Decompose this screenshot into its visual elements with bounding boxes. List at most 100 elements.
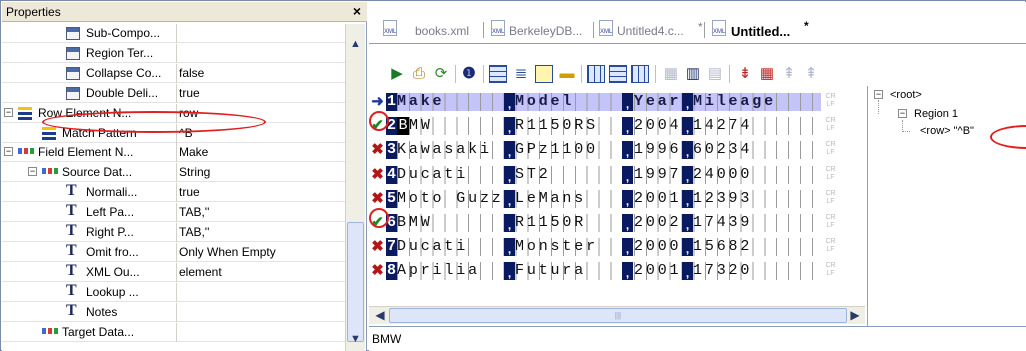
tab-berkeleydb[interactable]: BerkeleyDB... — [509, 24, 582, 38]
table-row[interactable]: ✖ 4 Ducati ST2 1997 24000,,, CR LF — [369, 165, 865, 185]
scroll-thumb[interactable]: ||| — [389, 308, 847, 323]
text-icon: T — [66, 302, 77, 319]
table-row[interactable]: ✖ 8 Aprilia Futura 2001 17320,,, CR LF — [369, 261, 865, 281]
tree-region[interactable]: Region 1 — [914, 108, 958, 120]
property-value[interactable]: true — [179, 185, 200, 199]
property-row[interactable]: Region Ter... — [2, 43, 345, 63]
crlf-mark: CR LF — [825, 262, 836, 278]
separator-mark: , — [682, 165, 693, 184]
table-row[interactable]: ✖ 3 Kawasaki GPz1100 1996 60234,,, CR LF — [369, 140, 865, 160]
cell: BMW — [397, 214, 433, 231]
tab-divider — [483, 22, 484, 38]
property-row[interactable]: T Omit fro... Only When Empty — [2, 242, 345, 262]
header-year: Year — [634, 93, 682, 110]
property-name-cell: Collapse Co... — [2, 63, 177, 83]
property-row[interactable]: Collapse Co... false — [2, 63, 345, 83]
row-cells[interactable]: Aprilia Futura 2001 17320 — [397, 262, 821, 281]
list-view-icon[interactable] — [489, 65, 507, 83]
xml-file-icon: XML — [491, 20, 505, 36]
property-value[interactable]: TAB,'' — [179, 205, 209, 219]
data-grid[interactable]: ➜ 1 Make Model Year Mileage , , , CR LF ✔… — [369, 90, 865, 306]
table-row[interactable]: ✔ 2 MW R1150RS 2004 14274 B,,, CR LF — [369, 116, 865, 136]
collapse-icon[interactable]: − — [28, 167, 37, 177]
property-row[interactable]: Sub-Compo... — [2, 24, 345, 43]
property-value[interactable]: element — [179, 265, 222, 279]
property-name-cell: T Right P... — [2, 223, 177, 242]
rows-view-icon[interactable] — [609, 65, 627, 83]
xml-file-icon: XML — [712, 20, 726, 36]
scroll-down-icon[interactable]: ▼ — [347, 333, 364, 350]
collapse-icon[interactable]: − — [4, 107, 13, 117]
modified-marker: * — [804, 19, 809, 33]
property-row[interactable]: T Normali... true — [2, 183, 345, 203]
collapse-icon[interactable]: − — [4, 147, 13, 157]
text-cursor-cell[interactable]: B — [397, 117, 409, 136]
field-element-icon — [18, 148, 34, 155]
align-icon[interactable]: ≣ — [511, 64, 531, 84]
table-row[interactable]: ✔ 6 BMW R1150R 2002 17439,,, CR LF — [369, 213, 865, 233]
row-cells[interactable]: Kawasaki GPz1100 1996 60234 — [397, 141, 821, 160]
scroll-up-icon[interactable]: ▲ — [347, 38, 364, 55]
tab-books-xml[interactable]: books.xml — [415, 24, 469, 38]
refresh-icon[interactable]: ⟳ — [431, 64, 451, 84]
property-label: Left Pa... — [86, 205, 135, 220]
print-icon[interactable]: ⎙ — [409, 64, 429, 84]
tab-untitled4[interactable]: Untitled4.c... — [617, 24, 684, 38]
property-row[interactable]: Target Data... — [2, 322, 345, 342]
header-mileage: Mileage — [693, 93, 776, 110]
property-row[interactable]: − Field Element N... Make — [2, 143, 345, 163]
row-cells[interactable]: Ducati Monster 2000 15682 — [397, 238, 821, 257]
grid-view-icon[interactable] — [587, 65, 605, 83]
property-row[interactable]: T Notes — [2, 302, 345, 322]
scroll-left-icon[interactable]: ◀ — [372, 308, 388, 324]
row-cells[interactable]: Ducati ST2 1997 24000 — [397, 165, 821, 184]
property-name-cell: T Omit fro... — [2, 242, 177, 262]
properties-scrollbar[interactable]: ▲ ▼ — [345, 24, 365, 351]
property-value[interactable]: false — [179, 66, 204, 80]
info-icon[interactable]: ❶ — [459, 64, 479, 84]
insert-table-icon[interactable]: ▦ — [757, 64, 777, 84]
separator-mark: , — [622, 165, 633, 184]
property-value[interactable]: String — [179, 165, 210, 179]
header-cells[interactable]: Make Model Year Mileage — [397, 93, 821, 111]
property-row[interactable]: T Right P... TAB,'' — [2, 223, 345, 242]
property-value[interactable]: Make — [179, 145, 208, 159]
insert-row-icon[interactable]: ⇟ — [735, 64, 755, 84]
separator-mark: , — [504, 262, 515, 281]
cell: Moto Guzzi — [397, 189, 516, 207]
highlight-icon[interactable]: ▬ — [557, 64, 577, 84]
cell: ST2 — [515, 165, 551, 183]
tab-untitled-active[interactable]: Untitled... — [731, 24, 790, 39]
column-view-icon[interactable] — [535, 65, 553, 83]
collapse-icon[interactable]: − — [874, 90, 883, 99]
row-cells[interactable]: Moto Guzzi LeMans 2001 12393 — [397, 189, 821, 208]
property-row[interactable]: Double Deli... true — [2, 83, 345, 103]
cell: 1997 — [634, 165, 682, 183]
table-icon[interactable]: ▥ — [683, 64, 703, 84]
property-name-cell: T XML Ou... — [2, 262, 177, 282]
collapse-icon[interactable]: − — [898, 109, 907, 118]
table-row[interactable]: ✖ 5 Moto Guzzi LeMans 2001 12393,,, CR LF — [369, 189, 865, 209]
property-value[interactable]: true — [179, 86, 200, 100]
table-row[interactable]: ✖ 7 Ducati Monster 2000 15682,,, CR LF — [369, 237, 865, 257]
property-row[interactable]: − Source Dat... String — [2, 163, 345, 183]
cell: Kawasaki — [397, 141, 492, 159]
tree-row-node[interactable]: <row> "^B" — [920, 125, 974, 137]
scroll-thumb[interactable] — [347, 222, 364, 342]
property-row[interactable]: T XML Ou... element — [2, 262, 345, 282]
property-row[interactable]: T Left Pa... TAB,'' — [2, 203, 345, 223]
horizontal-scrollbar[interactable]: ◀ ||| ▶ — [369, 306, 865, 324]
property-value[interactable]: Only When Empty — [179, 245, 276, 259]
property-value[interactable]: TAB,'' — [179, 225, 209, 239]
field-element-icon — [42, 168, 58, 175]
scroll-right-icon[interactable]: ▶ — [847, 308, 863, 324]
property-row[interactable]: T Lookup ... — [2, 282, 345, 302]
tree-root[interactable]: <root> — [890, 89, 922, 101]
row-cells[interactable]: MW R1150RS 2004 14274 — [397, 117, 821, 136]
property-label: Double Deli... — [86, 85, 159, 100]
close-icon[interactable]: × — [353, 3, 361, 19]
highlight-oval — [369, 111, 389, 131]
columns-icon[interactable] — [631, 65, 649, 83]
row-cells[interactable]: BMW R1150R 2002 17439 — [397, 214, 821, 232]
run-icon[interactable]: ▶ — [387, 64, 407, 84]
